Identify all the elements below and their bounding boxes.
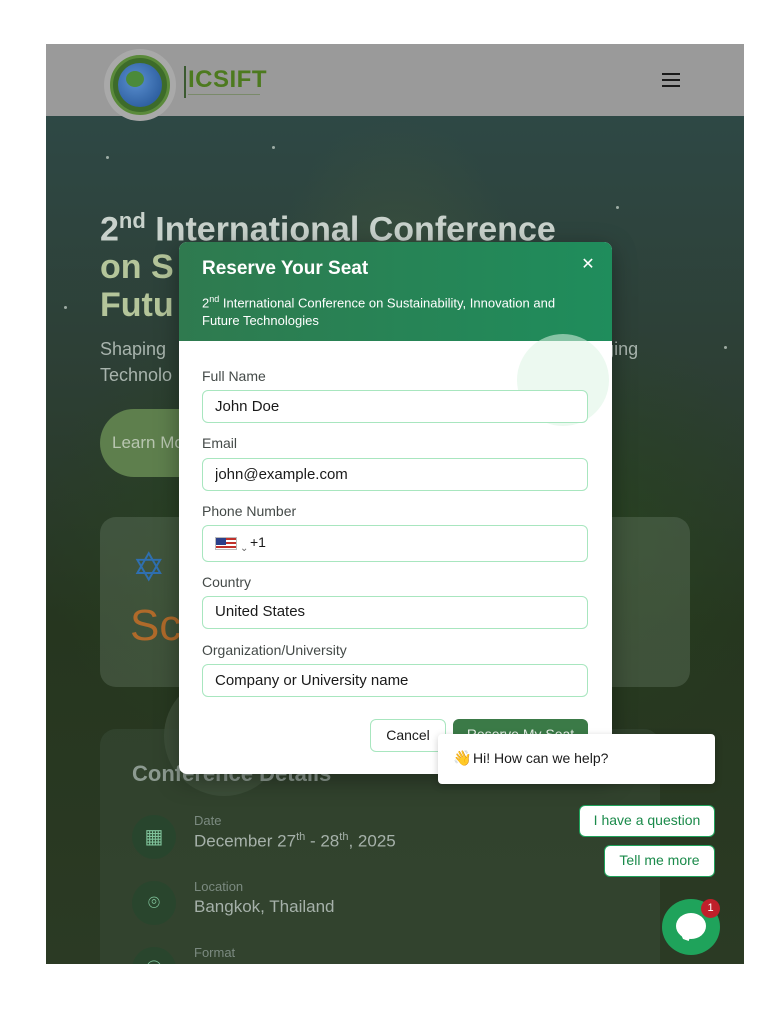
detail-location: ⌾ Location Bangkok, Thailand [132, 879, 532, 929]
country-label: Country [202, 574, 252, 590]
us-flag-icon[interactable] [215, 537, 237, 550]
country-code: +1 [250, 534, 266, 550]
detail-label: Format [194, 945, 236, 960]
full-name-input[interactable] [202, 390, 588, 423]
phone-label: Phone Number [202, 503, 297, 519]
chat-option-question[interactable]: I have a question [579, 805, 715, 837]
detail-format: ⚇ Format [132, 945, 532, 964]
chat-option-tell-more[interactable]: Tell me more [604, 845, 715, 877]
chat-greeting-text: Hi! How can we help? [473, 750, 609, 766]
star-decoration [64, 306, 67, 309]
modal-title: Reserve Your Seat [202, 258, 369, 279]
globe-logo-icon[interactable] [104, 49, 176, 121]
logo-underline [188, 94, 260, 95]
phone-input[interactable]: ⌄ +1 [202, 525, 588, 562]
reserve-seat-modal: Reserve Your Seat 2nd International Conf… [179, 242, 612, 774]
partner-logo-icon: ✡ [132, 546, 166, 590]
detail-label: Date [194, 813, 222, 828]
hamburger-menu-icon[interactable] [662, 73, 680, 87]
chat-greeting-popup: 👋 Hi! How can we help? [438, 734, 715, 784]
star-decoration [106, 156, 109, 159]
close-icon[interactable]: ✕ [580, 254, 596, 273]
modal-subtitle: 2nd International Conference on Sustaina… [202, 294, 556, 329]
email-label: Email [202, 435, 238, 451]
full-name-label: Full Name [202, 368, 266, 384]
logo-text[interactable]: ICSIFT [188, 66, 267, 94]
modal-header: Reserve Your Seat 2nd International Conf… [179, 242, 612, 341]
detail-label: Location [194, 879, 244, 894]
site-header: ICSIFT [46, 44, 744, 121]
chevron-down-icon[interactable]: ⌄ [240, 534, 248, 564]
organization-label: Organization/University [202, 642, 347, 658]
notification-badge: 1 [701, 899, 720, 918]
detail-value: Bangkok, Thailand [194, 897, 335, 916]
partner-logo-text: Sc [130, 601, 182, 650]
waving-hand-icon: 👋 [453, 750, 472, 767]
calendar-icon: ▦ [132, 815, 176, 859]
organization-input[interactable] [202, 664, 588, 697]
map-pin-icon: ⌾ [132, 881, 176, 925]
star-decoration [272, 146, 275, 149]
cancel-button[interactable]: Cancel [370, 719, 446, 752]
logo-divider [184, 66, 186, 98]
detail-value: December 27th - 28th, 2025 [194, 831, 396, 851]
users-icon: ⚇ [132, 947, 176, 964]
country-select[interactable]: United States [202, 596, 588, 629]
detail-date: ▦ Date December 27th - 28th, 2025 [132, 813, 532, 863]
email-input[interactable] [202, 458, 588, 491]
star-decoration [724, 346, 727, 349]
